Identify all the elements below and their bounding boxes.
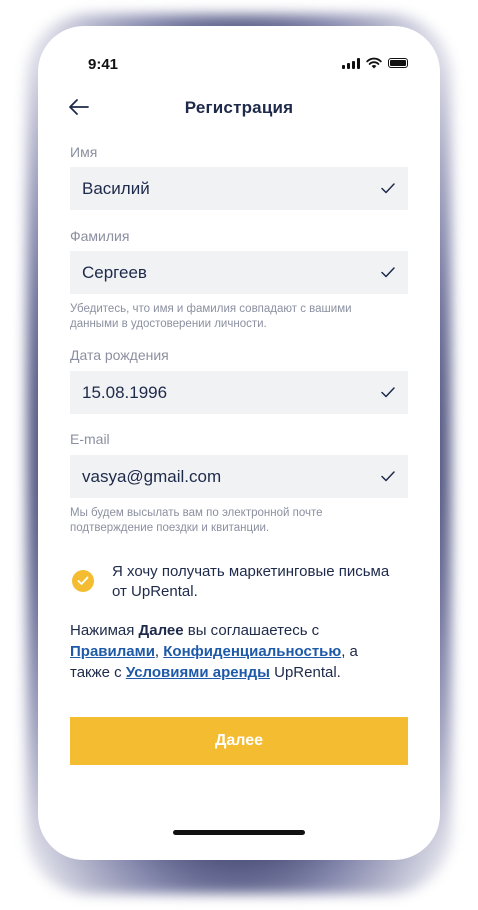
page-title: Регистрация xyxy=(184,98,294,117)
agreement-bold: Далее xyxy=(138,622,184,639)
last-name-label: Фамилия xyxy=(70,228,130,244)
agreement-prefix: Нажимая xyxy=(70,622,139,639)
marketing-checkbox[interactable] xyxy=(72,570,94,592)
email-hint: Мы будем высылать вам по электронной поч… xyxy=(70,507,323,534)
status-time: 9:41 xyxy=(88,56,119,73)
status-icons xyxy=(342,57,408,69)
birth-date-field[interactable] xyxy=(70,371,408,414)
birth-date-input[interactable] xyxy=(82,382,362,403)
checkmark-icon xyxy=(381,387,395,398)
name-hint: Убедитесь, что имя и фамилия совпадают с… xyxy=(70,303,352,330)
header: Регистрация xyxy=(38,90,440,126)
email-field[interactable] xyxy=(70,455,408,498)
birth-date-label: Дата рождения xyxy=(70,347,169,363)
next-button[interactable]: Далее xyxy=(70,717,408,765)
privacy-link[interactable]: Конфиденциальностью xyxy=(163,643,341,660)
marketing-text: Я хочу получать маркетинговые письма от … xyxy=(112,563,390,600)
checkmark-icon xyxy=(77,576,89,585)
battery-icon xyxy=(388,58,408,68)
wifi-icon xyxy=(366,57,382,69)
agreement-suffix: UpRental. xyxy=(269,664,341,681)
first-name-field[interactable] xyxy=(70,167,408,210)
last-name-field[interactable] xyxy=(70,251,408,294)
last-name-input[interactable] xyxy=(82,262,362,283)
marketing-consent: Я хочу получать маркетинговые письма от … xyxy=(70,562,410,602)
agreement-text: Нажимая Далее вы соглашаетесь с Правилам… xyxy=(70,620,390,683)
cellular-signal-icon xyxy=(342,57,360,69)
checkmark-icon xyxy=(381,471,395,482)
first-name-input[interactable] xyxy=(82,178,362,199)
home-indicator[interactable] xyxy=(173,830,305,835)
terms-link[interactable]: Условиями аренды xyxy=(126,664,270,681)
phone-screen: 9:41 Регистрация Имя Фамилия Убедитесь, … xyxy=(38,26,440,860)
checkmark-icon xyxy=(381,183,395,194)
agreement-mid1: вы соглашаетесь с xyxy=(183,622,320,639)
email-label: E-mail xyxy=(70,431,110,447)
rules-link[interactable]: Правилами xyxy=(70,643,155,660)
checkmark-icon xyxy=(381,267,395,278)
first-name-label: Имя xyxy=(70,144,98,160)
agreement-comma: , xyxy=(154,643,164,660)
email-input[interactable] xyxy=(82,466,362,487)
